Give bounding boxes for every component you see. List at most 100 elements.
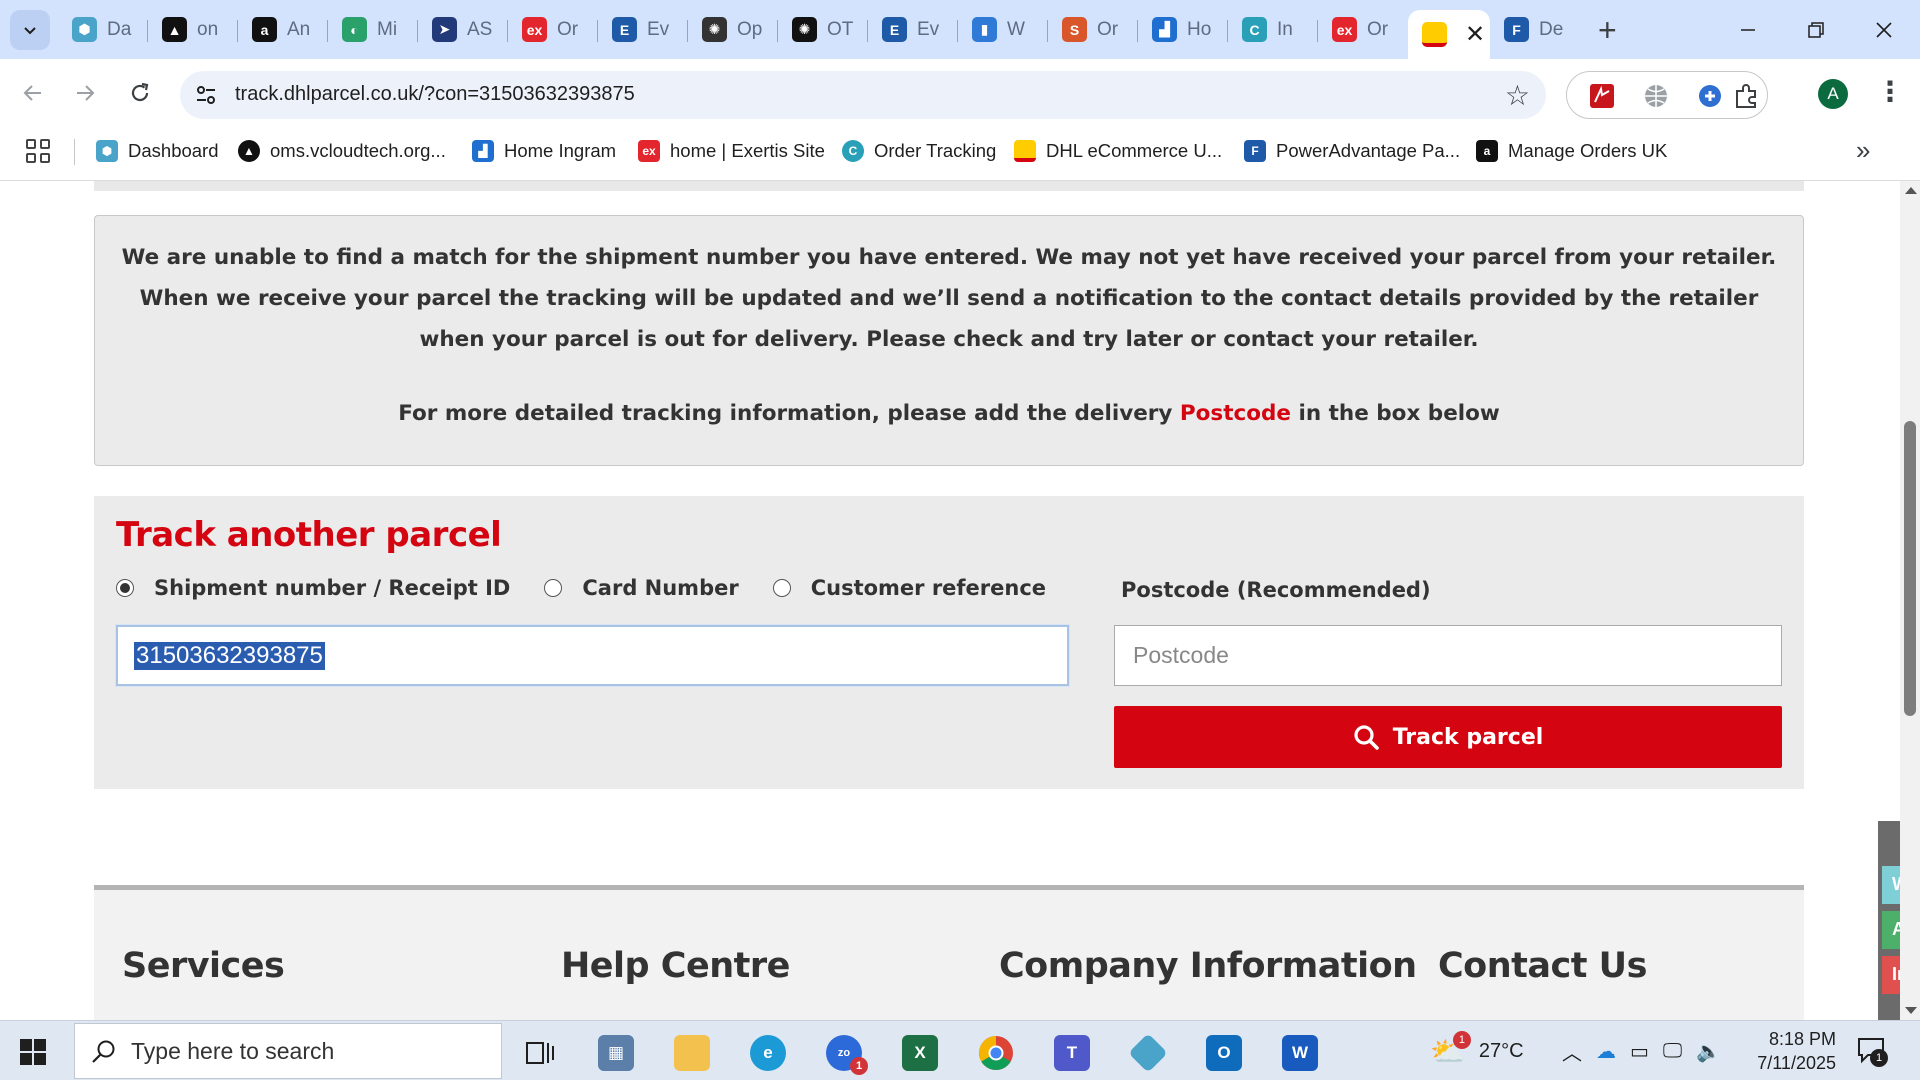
clock-time: 8:18 PM bbox=[1768, 1029, 1836, 1049]
scroll-up-arrow-icon[interactable] bbox=[1905, 187, 1917, 194]
page-scrollbar[interactable] bbox=[1900, 181, 1920, 1020]
browser-tab[interactable]: C In bbox=[1228, 8, 1318, 51]
browser-tab[interactable]: ▲ on bbox=[148, 8, 238, 51]
tab-search-button[interactable] bbox=[10, 10, 50, 50]
notice-message: We are unable to find a match for the sh… bbox=[121, 245, 1777, 352]
postcode-hint: For more detailed tracking information, … bbox=[95, 401, 1803, 426]
back-button[interactable] bbox=[12, 73, 52, 113]
apps-grid-icon[interactable] bbox=[26, 139, 50, 163]
browser-tab[interactable]: S Or bbox=[1048, 8, 1138, 51]
notification-center-button[interactable]: 1 bbox=[1856, 1035, 1888, 1067]
openai-icon: ✺ bbox=[702, 17, 727, 42]
taskbar-file-explorer[interactable] bbox=[662, 1029, 722, 1077]
scroll-down-arrow-icon[interactable] bbox=[1905, 1007, 1917, 1014]
url-text[interactable]: track.dhlparcel.co.uk/?con=3150363239387… bbox=[235, 83, 635, 106]
network-icon[interactable]: 🖵 bbox=[1663, 1040, 1682, 1063]
site-settings-icon[interactable] bbox=[194, 83, 218, 107]
taskbar-word[interactable]: W bbox=[1270, 1029, 1330, 1077]
radio-customer-reference[interactable] bbox=[772, 579, 791, 597]
bookmark-item[interactable]: F PowerAdvantage Pa... bbox=[1244, 137, 1460, 165]
bookmark-item[interactable]: ⬢ Dashboard bbox=[96, 137, 219, 165]
doc-icon: F bbox=[1504, 17, 1529, 42]
bookmark-item[interactable]: ▟ Home Ingram bbox=[472, 137, 616, 165]
taskbar-teams[interactable]: T bbox=[1042, 1029, 1102, 1077]
browser-tab[interactable]: ▮ W bbox=[958, 8, 1048, 51]
browser-tab[interactable]: F De bbox=[1490, 8, 1580, 51]
profile-avatar[interactable]: A bbox=[1818, 79, 1848, 109]
close-tab-icon[interactable]: ✕ bbox=[1465, 20, 1485, 49]
taskbar-app-hex[interactable] bbox=[1118, 1029, 1178, 1077]
volume-icon[interactable]: 🔈 bbox=[1696, 1039, 1721, 1064]
taskbar-chrome[interactable] bbox=[966, 1029, 1026, 1077]
browser-tab[interactable]: ➤ AS bbox=[418, 8, 508, 51]
browser-menu-icon[interactable]: ⋮ bbox=[1876, 75, 1904, 108]
side-tab-ac[interactable]: Ac bbox=[1882, 911, 1900, 949]
radio-label-card[interactable]: Card Number bbox=[582, 576, 738, 600]
browser-tab[interactable]: ex Or bbox=[508, 8, 598, 51]
postcode-input[interactable] bbox=[1114, 625, 1782, 686]
page-content: We are unable to find a match for the sh… bbox=[0, 181, 1900, 1020]
restore-button[interactable] bbox=[1786, 8, 1846, 52]
task-view-button[interactable] bbox=[510, 1029, 570, 1077]
minimize-button[interactable] bbox=[1718, 8, 1778, 52]
tab-title: AS bbox=[467, 18, 493, 40]
start-button[interactable] bbox=[20, 1039, 46, 1065]
shipment-number-value[interactable]: 31503632393875 bbox=[134, 641, 325, 670]
tab-title: Da bbox=[107, 18, 132, 40]
reload-button[interactable] bbox=[120, 73, 160, 113]
browser-tab[interactable]: ◐ Mi bbox=[328, 8, 418, 51]
radio-shipment-number[interactable] bbox=[116, 579, 134, 597]
address-bar[interactable]: track.dhlparcel.co.uk/?con=3150363239387… bbox=[180, 71, 1546, 119]
taskbar-search[interactable]: Type here to search bbox=[74, 1023, 502, 1079]
ingram-icon: ▟ bbox=[472, 140, 494, 162]
amazon-icon: a bbox=[1476, 140, 1498, 162]
globe-extension-icon[interactable] bbox=[1643, 83, 1669, 109]
browser-tab[interactable]: ✕ bbox=[1408, 10, 1490, 59]
browser-tab[interactable]: ex Or bbox=[1318, 8, 1408, 51]
browser-tab[interactable]: E Ev bbox=[598, 8, 688, 51]
puzzle-icon[interactable] bbox=[1733, 83, 1759, 109]
taskbar-edge[interactable]: e bbox=[738, 1029, 798, 1077]
outlook-icon: O bbox=[1206, 1035, 1242, 1071]
s-logo-icon: S bbox=[1062, 17, 1087, 42]
browser-tab[interactable]: ⬢ Da bbox=[58, 8, 148, 51]
calculator-icon: ▦ bbox=[598, 1035, 634, 1071]
bookmark-item[interactable]: ▲ oms.vcloudtech.org... bbox=[238, 137, 446, 165]
side-tab-in[interactable]: In bbox=[1882, 956, 1900, 994]
taskbar-excel[interactable]: X bbox=[890, 1029, 950, 1077]
taskbar-outlook[interactable]: O bbox=[1194, 1029, 1254, 1077]
battery-icon[interactable]: ▭ bbox=[1630, 1039, 1649, 1064]
bookmark-star-icon[interactable]: ☆ bbox=[1505, 79, 1530, 112]
browser-tab[interactable]: ▟ Ho bbox=[1138, 8, 1228, 51]
footer-heading-services: Services bbox=[122, 946, 285, 986]
bookmark-item[interactable]: ex home | Exertis Site bbox=[638, 137, 825, 165]
forward-button[interactable] bbox=[66, 73, 106, 113]
radio-label-shipment[interactable]: Shipment number / Receipt ID bbox=[154, 576, 510, 600]
track-parcel-button[interactable]: Track parcel bbox=[1114, 706, 1782, 768]
taskbar-clock[interactable]: 8:18 PM 7/11/2025 bbox=[1740, 1027, 1836, 1075]
taskbar-calculator[interactable]: ▦ bbox=[586, 1029, 646, 1077]
taskbar-zoom[interactable]: zo 1 bbox=[814, 1029, 874, 1077]
onedrive-icon[interactable]: ☁ bbox=[1596, 1039, 1616, 1064]
bookmark-item[interactable]: a Manage Orders UK bbox=[1476, 137, 1667, 165]
browser-tab[interactable]: E Ev bbox=[868, 8, 958, 51]
bookmark-item[interactable]: C Order Tracking bbox=[842, 137, 996, 165]
side-tab-we[interactable]: We bbox=[1882, 866, 1900, 904]
taskbar-search-placeholder: Type here to search bbox=[131, 1037, 335, 1064]
tray-chevron-up-icon[interactable]: ︿ bbox=[1562, 1037, 1582, 1066]
tab-title: De bbox=[1539, 18, 1564, 40]
radio-card-number[interactable] bbox=[544, 579, 563, 597]
close-window-button[interactable] bbox=[1854, 8, 1914, 52]
browser-tab[interactable]: a An bbox=[238, 8, 328, 51]
shield-extension-icon[interactable] bbox=[1697, 83, 1723, 109]
new-tab-button[interactable]: + bbox=[1598, 12, 1617, 49]
bookmark-item[interactable]: DHL eCommerce U... bbox=[1014, 137, 1222, 165]
pdf-extension-icon[interactable] bbox=[1589, 83, 1615, 109]
more-bookmarks-icon[interactable]: » bbox=[1856, 135, 1870, 166]
radio-label-customer-ref[interactable]: Customer reference bbox=[811, 576, 1046, 600]
scrollbar-thumb[interactable] bbox=[1904, 421, 1916, 716]
browser-tab[interactable]: ✺ Op bbox=[688, 8, 778, 51]
browser-tab[interactable]: ✺ OT bbox=[778, 8, 868, 51]
weather-widget[interactable]: ⛅ 1 27°C bbox=[1430, 1021, 1524, 1080]
shipment-number-input[interactable]: 31503632393875 bbox=[116, 625, 1069, 686]
